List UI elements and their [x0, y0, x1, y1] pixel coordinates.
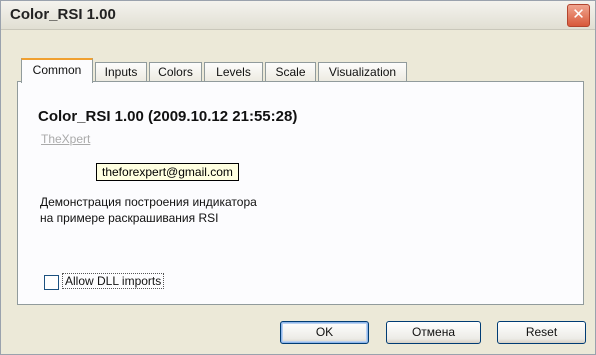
properties-dialog: Color_RSI 1.00 ✕ Common Inputs Colors Le… [0, 0, 596, 355]
tab-inputs[interactable]: Inputs [95, 62, 147, 82]
description-line: на примере раскрашивания RSI [40, 211, 219, 225]
tab-scale[interactable]: Scale [265, 62, 316, 82]
ok-button[interactable]: OK [280, 321, 369, 344]
allow-dll-checkbox[interactable] [44, 275, 59, 290]
email-tooltip: theforexpert@gmail.com [96, 163, 239, 181]
tab-visualization[interactable]: Visualization [318, 62, 407, 82]
tab-common[interactable]: Common [21, 58, 93, 83]
window-title: Color_RSI 1.00 [10, 6, 116, 23]
close-button[interactable]: ✕ [567, 4, 590, 27]
close-icon: ✕ [572, 6, 585, 23]
description-line: Демонстрация построения индикатора [40, 195, 257, 209]
reset-button[interactable]: Reset [497, 321, 586, 344]
tab-colors[interactable]: Colors [149, 62, 202, 82]
indicator-title: Color_RSI 1.00 (2009.10.12 21:55:28) [38, 108, 298, 125]
indicator-description: Демонстрация построения индикатора на пр… [40, 194, 257, 226]
author-link[interactable]: TheXpert [41, 132, 90, 146]
common-tab-panel: Color_RSI 1.00 (2009.10.12 21:55:28) The… [17, 81, 584, 305]
cancel-button[interactable]: Отмена [386, 321, 481, 344]
tab-levels[interactable]: Levels [204, 62, 263, 82]
allow-dll-label[interactable]: Allow DLL imports [61, 273, 165, 289]
title-bar[interactable]: Color_RSI 1.00 ✕ [1, 1, 595, 30]
